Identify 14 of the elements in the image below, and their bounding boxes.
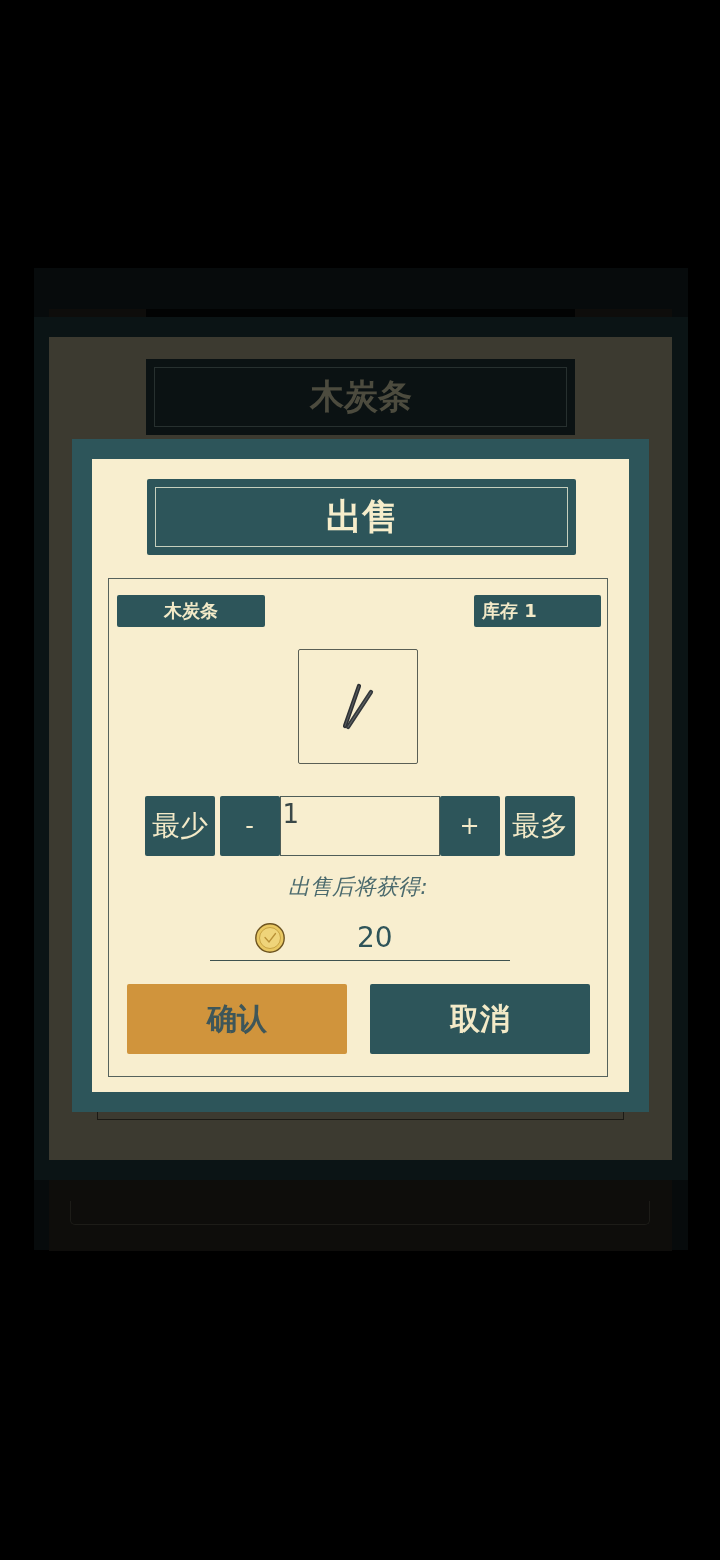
sticks-icon xyxy=(342,683,374,730)
quantity-field[interactable]: 1 xyxy=(279,796,440,856)
decrement-button[interactable]: - xyxy=(219,796,280,856)
minimum-button[interactable]: 最少 xyxy=(144,796,215,856)
cancel-button[interactable]: 取消 xyxy=(369,984,590,1054)
increment-button[interactable]: + xyxy=(439,796,500,856)
maximum-button[interactable]: 最多 xyxy=(504,796,575,856)
reward-amount: 20 xyxy=(357,923,393,953)
coin-icon xyxy=(255,923,285,953)
item-name-tag: 木炭条 xyxy=(117,595,265,627)
dialog-title: 出售 xyxy=(147,479,576,555)
stock-tag: 库存 1 xyxy=(474,595,601,627)
reward-label: 出售后将获得: xyxy=(287,873,429,901)
dimmed-dialog-title: 木炭条 xyxy=(146,359,575,435)
